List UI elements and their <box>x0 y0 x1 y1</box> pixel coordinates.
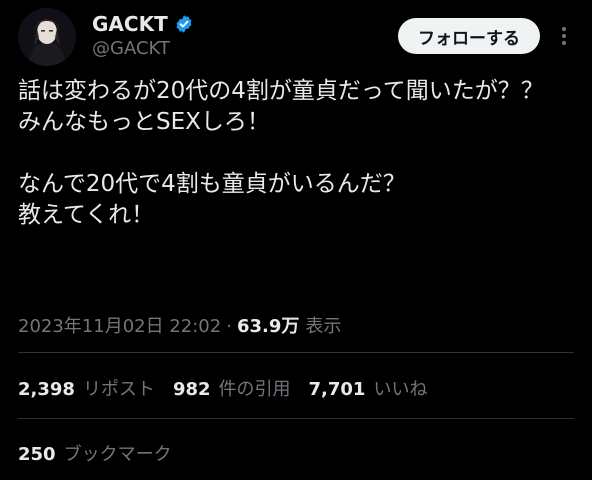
quotes-count: 982 <box>172 379 211 400</box>
tweet-detail: GACKT @GACKT フォローする 話は変わるが20代の4割が童貞だって聞い… <box>0 0 592 480</box>
tweet-meta: 2023年11月02日 22:02 · 63.9万 表示 <box>18 312 341 338</box>
bookmarks-stat[interactable]: 250 ブックマーク <box>18 440 172 466</box>
likes-label: いいね <box>373 379 428 400</box>
verified-badge-icon <box>176 15 192 33</box>
tweet-header: GACKT @GACKT フォローする <box>18 8 574 68</box>
quotes-stat[interactable]: 982 件の引用 <box>173 375 291 401</box>
views-label: 表示 <box>305 316 342 337</box>
reposts-count: 2,398 <box>18 379 75 400</box>
meta-separator: · <box>226 316 232 337</box>
bookmarks-count: 250 <box>18 444 56 465</box>
bookmarks-label: ブックマーク <box>63 444 172 465</box>
author-name-row: GACKT <box>92 11 194 37</box>
divider-middle <box>18 418 574 419</box>
divider-top <box>18 352 574 353</box>
more-options-icon[interactable] <box>554 22 574 50</box>
author-handle[interactable]: @GACKT <box>92 38 170 59</box>
reposts-stat[interactable]: 2,398 リポスト <box>18 375 155 401</box>
tweet-timestamp[interactable]: 2023年11月02日 22:02 <box>18 312 221 338</box>
likes-count: 7,701 <box>308 379 366 400</box>
quotes-label: 件の引用 <box>218 379 291 400</box>
follow-button[interactable]: フォローする <box>398 18 540 54</box>
avatar[interactable] <box>18 8 76 66</box>
views-count: 63.9万 <box>236 316 300 337</box>
tweet-text: 話は変わるが20代の4割が童貞だって聞いたが？？ みんなもっとSEXしろ！ なん… <box>18 78 544 228</box>
engagement-stats: 2,398 リポスト 982 件の引用 7,701 いいね <box>18 375 445 401</box>
reposts-label: リポスト <box>82 379 155 400</box>
avatar-portrait-icon <box>18 8 76 66</box>
author-display-name[interactable]: GACKT <box>92 12 168 36</box>
likes-stat[interactable]: 7,701 いいね <box>309 375 428 401</box>
